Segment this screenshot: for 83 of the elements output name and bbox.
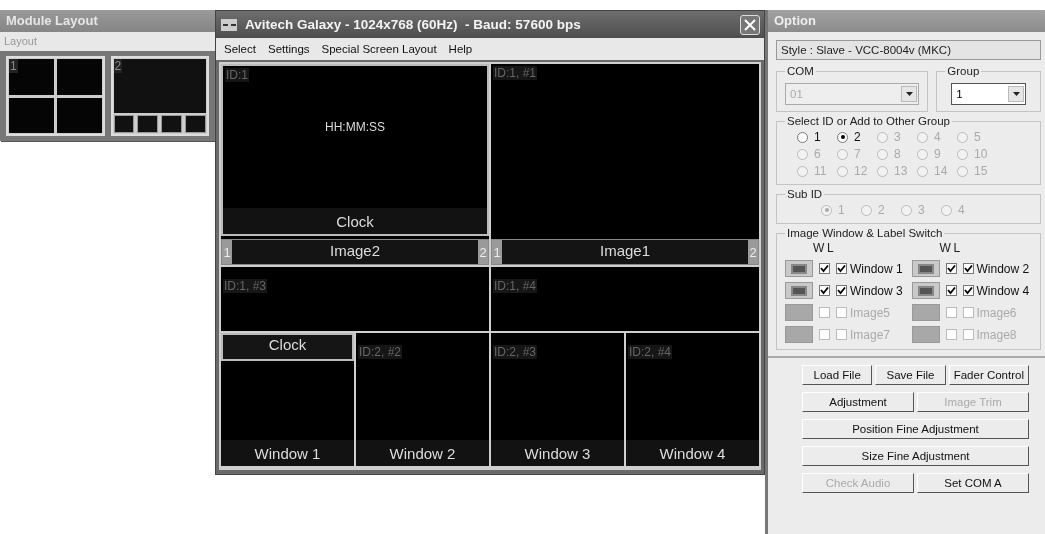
radio-button[interactable]: 2 <box>837 130 877 144</box>
checkbox[interactable] <box>819 285 830 296</box>
id-label: ID:1 <box>225 68 249 82</box>
panel-title: Option <box>768 10 1045 32</box>
bar-icon <box>917 263 934 274</box>
group-label: Group <box>946 65 981 77</box>
group-label: Select ID or Add to Other Group <box>786 115 951 127</box>
layout-cell <box>137 115 159 133</box>
window-title: Avitech Galaxy - 1024x768 (60Hz) - Baud: 57600 bps <box>245 17 582 32</box>
group-label: COM <box>786 65 815 77</box>
checkbox[interactable] <box>945 263 957 274</box>
group-dropdown[interactable]: 1 <box>951 83 1026 105</box>
clock-label: Clock <box>221 333 354 361</box>
window-label: Window 2 <box>356 440 489 466</box>
caret-icon <box>1008 86 1024 102</box>
bar-icon <box>917 285 934 296</box>
window-label: Window 4 <box>626 440 759 466</box>
bar-marker: 2 <box>748 240 758 264</box>
screen-window[interactable]: ID:1, #4 <box>491 267 759 331</box>
id-label: ID:2, #3 <box>493 345 538 359</box>
close-button[interactable] <box>740 14 760 35</box>
layout-tab[interactable]: Layout <box>0 32 215 51</box>
action-button[interactable]: Size Fine Adjustment <box>802 446 1029 466</box>
action-button[interactable]: Adjustment <box>802 392 914 412</box>
layout-cell <box>56 59 102 95</box>
layout-thumbnail[interactable]: 2 <box>110 56 209 136</box>
menu-item[interactable]: Special Screen Layout <box>321 43 437 55</box>
window-toggle-button[interactable] <box>785 260 813 277</box>
app-icon <box>221 18 237 31</box>
action-button[interactable]: Load File <box>802 365 873 385</box>
layout-cell <box>9 59 54 95</box>
menu-item[interactable]: Select <box>224 43 256 55</box>
layout-cell <box>185 115 206 133</box>
image-name: Image2 <box>328 241 381 261</box>
id-label: ID:1, #3 <box>223 279 268 293</box>
checkbox[interactable]: Window 4 <box>962 283 1030 298</box>
panel-title: Module Layout <box>0 10 215 32</box>
column-header: L <box>953 241 962 255</box>
bar-marker: 1 <box>492 240 502 264</box>
window-label: Window 1 <box>221 440 354 466</box>
layout-cell <box>9 97 54 133</box>
checkbox[interactable] <box>945 285 957 296</box>
layout-number: 2 <box>113 59 123 73</box>
radio-button[interactable]: 1 <box>797 130 837 144</box>
id-label: ID:2, #4 <box>628 345 673 359</box>
layout-cell <box>56 97 102 133</box>
bar-marker: 1 <box>222 240 232 264</box>
bar-marker: 2 <box>478 240 488 264</box>
group-label: Image Window & Label Switch <box>786 227 944 239</box>
screen-window[interactable]: ID:1, #3 <box>221 267 489 331</box>
checkbox[interactable]: Window 3 <box>836 283 903 298</box>
action-button[interactable]: Position Fine Adjustment <box>802 419 1029 439</box>
layout-number: 1 <box>9 59 18 73</box>
column-header: W <box>939 241 952 255</box>
action-button[interactable]: Save File <box>875 365 946 385</box>
window-label: Clock <box>223 208 487 234</box>
layout-thumbnail[interactable]: 1 <box>6 56 105 136</box>
window-toggle-button[interactable] <box>785 282 813 299</box>
window-toggle-button[interactable] <box>911 260 940 277</box>
id-label: ID:1, #1 <box>493 66 538 80</box>
window-toggle-button[interactable] <box>911 282 940 299</box>
checkbox[interactable]: Window 1 <box>836 261 903 276</box>
layout-cell <box>113 115 135 133</box>
checkbox[interactable]: Window 2 <box>962 261 1030 276</box>
column-header: L <box>827 241 835 255</box>
id-label: ID:1, #4 <box>493 279 538 293</box>
window-label: Window 3 <box>491 440 624 466</box>
id-label: ID:2, #2 <box>358 345 403 359</box>
image-name: Image1 <box>598 241 651 261</box>
action-button[interactable]: Set COM A <box>917 473 1029 493</box>
action-button[interactable]: Fader Control <box>948 365 1029 385</box>
menu-item[interactable]: Help <box>448 43 473 55</box>
style-field: Style : Slave - VCC-8004v (MKC) <box>776 40 1041 60</box>
column-header: W <box>813 241 826 255</box>
menu-item[interactable]: Settings <box>267 43 310 55</box>
clock-text: HH:MM:SS <box>325 120 385 136</box>
group-label: Sub ID <box>786 188 824 200</box>
screen-window[interactable]: ID:1 HH:MM:SS Clock <box>221 64 489 236</box>
bar-icon <box>791 263 807 274</box>
layout-cell <box>161 115 183 133</box>
checkbox[interactable] <box>819 263 830 274</box>
bar-icon <box>791 285 807 296</box>
caret-icon <box>901 86 918 102</box>
